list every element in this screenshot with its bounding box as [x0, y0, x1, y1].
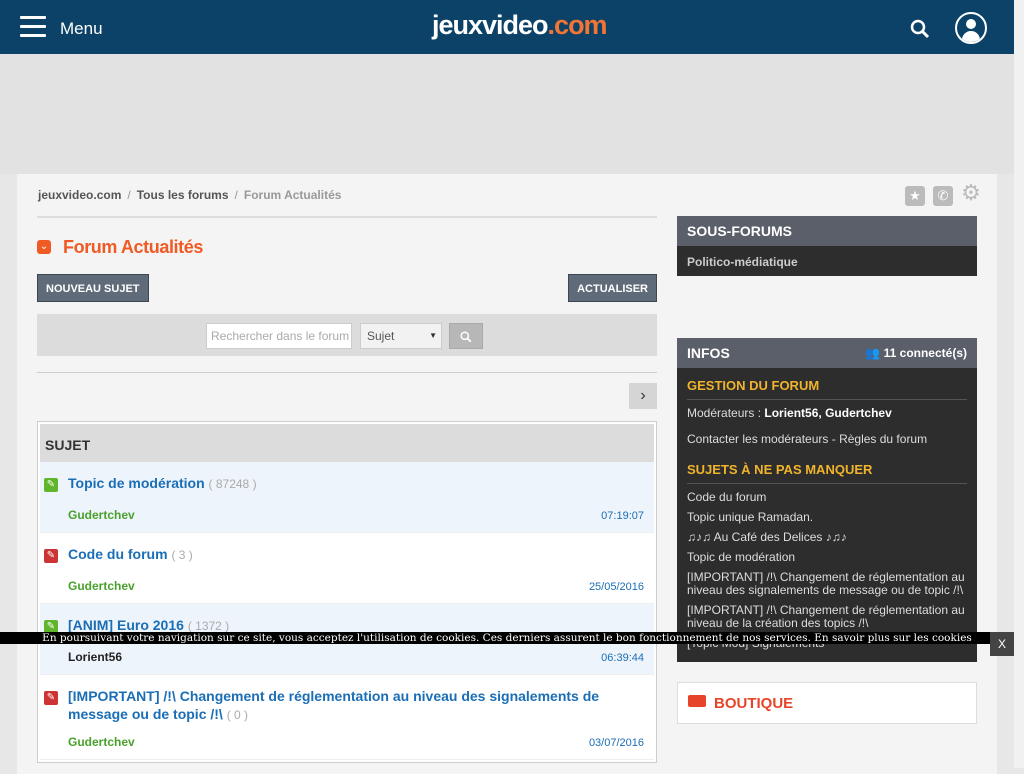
- topic-list: SUJET ✎ Topic de modération ( 87248 ) Gu…: [37, 421, 657, 763]
- menu-label[interactable]: Menu: [60, 19, 103, 39]
- topic-row[interactable]: ✎ [IMPORTANT] /!\ Changement de réglemen…: [40, 675, 654, 760]
- must-see-link[interactable]: [IMPORTANT] /!\ Changement de réglementa…: [677, 604, 977, 630]
- hamburger-icon[interactable]: [20, 16, 46, 38]
- breadcrumb: jeuxvideo.com / Tous les forums / Forum Actu…: [38, 188, 341, 202]
- ad-banner-space: [0, 54, 1014, 174]
- refresh-button[interactable]: ACTUALISER: [568, 274, 657, 302]
- gear-icon[interactable]: ⚙: [961, 182, 981, 204]
- pin-icon: ✎: [44, 549, 58, 563]
- breadcrumb-current: Forum Actualités: [243, 188, 342, 202]
- topic-reply-count: ( 1372 ): [187, 619, 230, 633]
- topic-last-post-date[interactable]: 07:19:07: [601, 510, 644, 522]
- search-icon: [460, 331, 472, 342]
- logo-main: jeuxvideo: [432, 10, 549, 40]
- column-header-subject: SUJET: [40, 424, 654, 462]
- breadcrumb-forums[interactable]: Tous les forums: [137, 188, 229, 202]
- logo-tld: .com: [547, 10, 608, 40]
- top-navigation-bar: Menu jeuxvideo.com: [0, 0, 1014, 54]
- forum-search-bar: Rechercher dans le forum Sujet ▼: [37, 314, 657, 356]
- divider: [687, 399, 967, 400]
- contact-rules-link[interactable]: Contacter les modérateurs - Règles du fo…: [677, 433, 977, 446]
- topic-reply-count: ( 87248 ): [208, 477, 257, 491]
- site-logo[interactable]: jeuxvideo.com: [432, 10, 608, 41]
- search-type-value: Sujet: [367, 329, 395, 343]
- topic-title[interactable]: Topic de modération: [68, 475, 205, 491]
- shop-title: BOUTIQUE: [714, 695, 794, 712]
- topic-last-post-date[interactable]: 03/07/2016: [589, 737, 644, 749]
- must-see-link[interactable]: ♫♪♫ Au Café des Delices ♪♫♪: [677, 531, 977, 544]
- sidebar: SOUS-FORUMS Politico-médiatique INFOS 👥 …: [677, 216, 977, 724]
- topic-reply-count: ( 0 ): [226, 708, 249, 722]
- divider: [687, 483, 967, 484]
- forum-tools: ★ ✆ ⚙: [897, 182, 981, 206]
- topic-author[interactable]: Gudertchev: [68, 735, 135, 749]
- scrollbar[interactable]: [1014, 0, 1024, 768]
- forum-page: jeuxvideo.com / Tous les forums / Forum Actu…: [17, 174, 997, 774]
- topic-author[interactable]: Gudertchev: [68, 579, 135, 593]
- divider: [37, 216, 657, 218]
- topic-reply-count: ( 3 ): [171, 548, 193, 562]
- pin-icon: ✎: [44, 691, 58, 705]
- search-icon[interactable]: [910, 19, 930, 39]
- topic-title[interactable]: Code du forum: [68, 546, 168, 562]
- phone-icon[interactable]: ✆: [933, 186, 953, 206]
- divider: [37, 372, 657, 373]
- shop-box[interactable]: BOUTIQUE: [677, 682, 977, 724]
- pin-icon: ✎: [44, 478, 58, 492]
- section-title-must-see: SUJETS À NE PAS MANQUER: [687, 462, 873, 477]
- moderators-label: Modérateurs :: [687, 406, 762, 420]
- chevron-right-icon[interactable]: ›: [629, 383, 657, 409]
- cookie-banner: En poursuivant votre navigation sur ce s…: [0, 632, 1014, 644]
- forum-title-row: ⌄ Forum Actualités: [37, 236, 657, 258]
- subforums-box: SOUS-FORUMS Politico-médiatique: [677, 216, 977, 276]
- connected-label: 11 connecté(s): [883, 346, 967, 360]
- breadcrumb-separator: /: [234, 188, 238, 202]
- breadcrumb-home[interactable]: jeuxvideo.com: [38, 188, 121, 202]
- chevron-down-icon[interactable]: ⌄: [37, 240, 51, 254]
- section-title-gestion: GESTION DU FORUM: [687, 378, 820, 393]
- user-icon[interactable]: [955, 12, 987, 44]
- topic-title[interactable]: [ANIM] Euro 2016: [68, 617, 184, 633]
- infos-box: INFOS 👥 11 connecté(s) GESTION DU FORUM …: [677, 338, 977, 662]
- topic-row[interactable]: ✎ Code du forum ( 3 ) Gudertchev 25/05/2…: [40, 533, 654, 604]
- topic-last-post-date[interactable]: 25/05/2016: [589, 581, 644, 593]
- topic-author[interactable]: Gudertchev: [68, 508, 135, 522]
- breadcrumb-separator: /: [127, 188, 131, 202]
- must-see-link[interactable]: Topic de modération: [677, 551, 977, 564]
- moderators-names[interactable]: Lorient56, Gudertchev: [764, 406, 891, 420]
- search-input[interactable]: Rechercher dans le forum: [206, 323, 352, 349]
- infos-header: INFOS 👥 11 connecté(s): [677, 338, 977, 368]
- forum-title: Forum Actualités: [63, 236, 203, 257]
- topic-title[interactable]: [IMPORTANT] /!\ Changement de réglementa…: [68, 688, 599, 722]
- infos-title: INFOS: [687, 345, 730, 361]
- dropdown-arrow-icon: ▼: [429, 331, 437, 340]
- must-see-link[interactable]: [IMPORTANT] /!\ Changement de réglementa…: [677, 571, 977, 597]
- users-icon: 👥: [865, 346, 881, 360]
- search-submit-button[interactable]: [449, 323, 483, 349]
- moderators-line: Modérateurs : Lorient56, Gudertchev: [677, 407, 977, 420]
- connected-count: 👥 11 connecté(s): [865, 338, 967, 368]
- new-topic-button[interactable]: NOUVEAU SUJET: [37, 274, 149, 302]
- topic-last-post-date[interactable]: 06:39:44: [601, 652, 644, 664]
- cookie-close-button[interactable]: X: [990, 632, 1014, 656]
- forum-main: ⌄ Forum Actualités NOUVEAU SUJET ACTUALI…: [37, 216, 657, 763]
- star-icon[interactable]: ★: [905, 186, 925, 206]
- subforums-title: SOUS-FORUMS: [677, 216, 977, 246]
- pagination: ›: [37, 383, 657, 409]
- action-buttons: NOUVEAU SUJET ACTUALISER: [37, 274, 657, 302]
- cart-icon: [688, 695, 706, 707]
- must-see-link[interactable]: Topic unique Ramadan.: [677, 511, 977, 524]
- must-see-link[interactable]: Code du forum: [677, 491, 977, 504]
- topic-author[interactable]: Lorient56: [68, 650, 122, 664]
- subforum-link[interactable]: Politico-médiatique: [677, 246, 977, 276]
- topic-row[interactable]: ✎ Topic de modération ( 87248 ) Gudertch…: [40, 462, 654, 533]
- search-type-select[interactable]: Sujet ▼: [360, 323, 442, 349]
